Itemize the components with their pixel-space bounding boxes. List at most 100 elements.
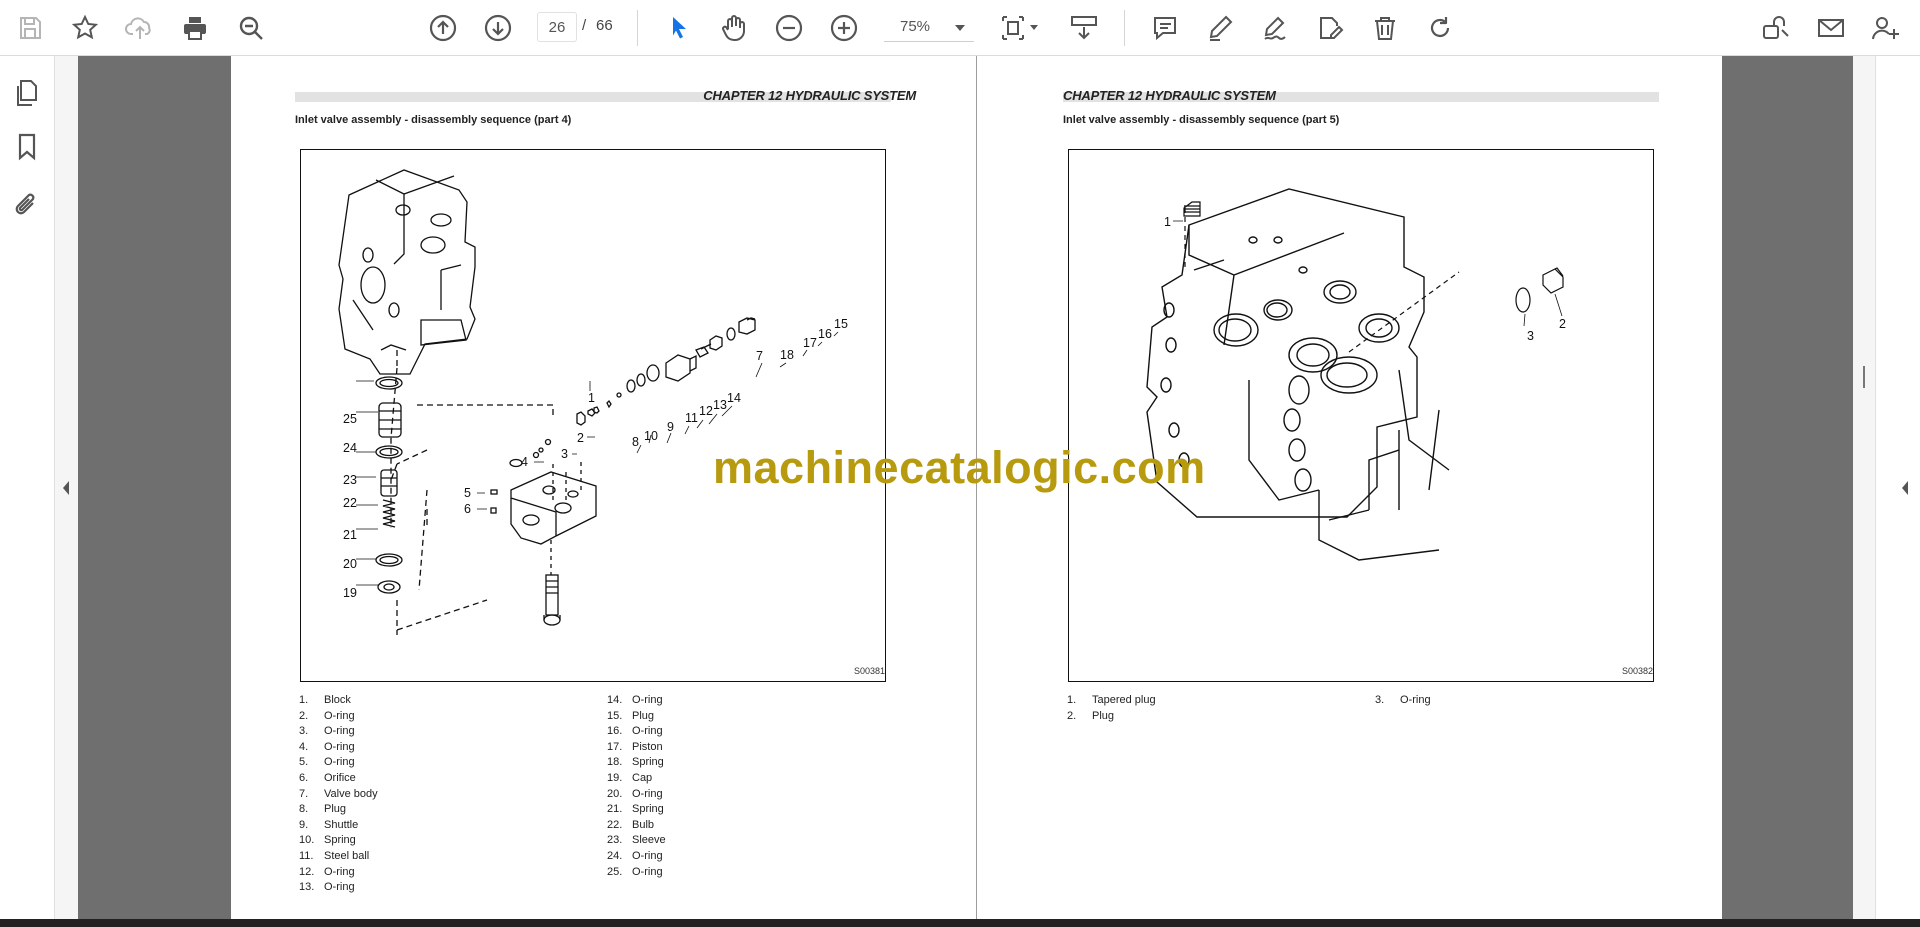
legend-item: 18. Spring: [607, 755, 666, 771]
callout-2: 2: [1559, 317, 1566, 331]
delete-icon[interactable]: [1367, 10, 1403, 46]
legend-label: Plug: [324, 803, 347, 816]
rotate-icon[interactable]: [1422, 10, 1458, 46]
legend-label: O-ring: [632, 865, 663, 878]
highlight-pen-icon[interactable]: [1202, 10, 1238, 46]
legend-number: 23.: [607, 834, 623, 847]
exploded-view-figure: 1 2 3 4 5 6 7 8 9 10 11 12 13 14 15 16 1…: [300, 149, 886, 682]
attachments-icon[interactable]: [12, 190, 42, 225]
chevron-left-icon[interactable]: [1900, 480, 1910, 496]
hand-tool-icon[interactable]: [716, 10, 752, 46]
callout-25: 25: [343, 412, 357, 426]
workspace-background: [78, 56, 231, 919]
callout-7: 7: [756, 349, 763, 363]
zoom-in-icon[interactable]: [826, 10, 862, 46]
right-rail: [1875, 56, 1920, 919]
bookmark-star-icon[interactable]: [67, 10, 103, 46]
parts-legend-col1: 1. Block 2. O-ring 3. O-ring 4. O-ring 5. O-ring 6…: [299, 693, 378, 896]
legend-label: Plug: [632, 709, 655, 722]
page-number-input[interactable]: 26: [537, 12, 577, 42]
section-title: Inlet valve assembly - disassembly seque…: [1063, 114, 1340, 126]
legend-label: O-ring: [324, 756, 355, 769]
zoom-search-icon[interactable]: [233, 10, 269, 46]
callout-15: 15: [834, 317, 848, 331]
parts-legend-col2: 3. O-ring: [1375, 693, 1431, 709]
callout-6: 6: [464, 502, 471, 516]
scroll-mode-icon[interactable]: [1066, 10, 1102, 46]
legend-label: Sleeve: [632, 834, 666, 847]
legend-number: 19.: [607, 771, 623, 784]
legend-number: 21.: [607, 803, 623, 816]
chapter-title: CHAPTER 12 HYDRAULIC SYSTEM: [703, 88, 916, 103]
bookmarks-icon[interactable]: [12, 132, 42, 167]
section-title: Inlet valve assembly - disassembly seque…: [295, 114, 572, 126]
legend-label: O-ring: [632, 694, 663, 706]
zoom-out-icon[interactable]: [771, 10, 807, 46]
legend-item: 3. O-ring: [299, 724, 378, 740]
legend-item: 14. O-ring: [607, 693, 666, 709]
legend-number: 16.: [607, 725, 623, 738]
legend-label: Piston: [632, 740, 663, 753]
page-total: 66: [596, 17, 613, 34]
legend-item: 21. Spring: [607, 802, 666, 818]
legend-label: Spring: [632, 803, 664, 816]
email-icon[interactable]: [1813, 10, 1849, 46]
legend-label: O-ring: [632, 849, 663, 862]
legend-item: 24. O-ring: [607, 849, 666, 865]
part-chain-right: [576, 317, 756, 426]
legend-label: Spring: [324, 834, 356, 847]
legend-number: 9.: [299, 818, 309, 831]
taskbar-edge: [0, 919, 1920, 927]
legend-item: 11. Steel ball: [299, 849, 378, 865]
right-panel-toggle[interactable]: [1853, 56, 1875, 919]
left-panel-toggle[interactable]: [55, 56, 78, 919]
legend-item: 2. O-ring: [299, 709, 378, 725]
add-user-icon[interactable]: [1868, 10, 1904, 46]
share-link-icon[interactable]: [1758, 10, 1794, 46]
valve-figure: 1 2 3 S00382: [1068, 149, 1654, 682]
draw-signature-icon[interactable]: [1257, 10, 1293, 46]
pages-thumbnails-icon[interactable]: [12, 78, 42, 113]
o-ring-3: [1515, 287, 1531, 313]
chevron-down-icon: [954, 20, 966, 37]
block-body: [510, 460, 597, 545]
legend-label: O-ring: [1400, 694, 1431, 706]
edit-document-icon[interactable]: [1312, 10, 1348, 46]
legend-item: 22. Bulb: [607, 818, 666, 834]
legend-item: 4. O-ring: [299, 740, 378, 756]
legend-number: 25.: [607, 865, 623, 878]
legend-item: 3. O-ring: [1375, 693, 1431, 709]
select-cursor-icon[interactable]: [661, 10, 697, 46]
toolbar-divider: [637, 10, 638, 46]
legend-item: 7. Valve body: [299, 787, 378, 803]
callout-21: 21: [343, 528, 357, 542]
valve-drawing: 1 2 3 S00382: [1146, 188, 1653, 676]
fit-page-icon[interactable]: [996, 10, 1042, 46]
legend-number: 15.: [607, 709, 623, 722]
legend-item: 1. Block: [299, 693, 378, 709]
cloud-upload-icon[interactable]: [122, 10, 158, 46]
chapter-title: CHAPTER 12 HYDRAULIC SYSTEM: [1063, 88, 1276, 103]
callout-23: 23: [343, 473, 357, 487]
callout-1: 1: [588, 391, 595, 405]
legend-number: 12.: [299, 865, 315, 878]
print-icon[interactable]: [177, 10, 213, 46]
figure-code: S00382: [1622, 666, 1653, 676]
legend-number: 2.: [299, 709, 309, 722]
legend-item: 12. O-ring: [299, 865, 378, 881]
legend-label: O-ring: [632, 725, 663, 738]
zoom-select[interactable]: 75%: [884, 12, 974, 42]
legend-number: 8.: [299, 803, 309, 816]
save-icon[interactable]: [12, 10, 48, 46]
page-down-icon[interactable]: [480, 10, 516, 46]
legend-item: 1. Tapered plug: [1067, 693, 1156, 709]
legend-label: Shuttle: [324, 818, 359, 831]
exploded-view-drawing: 1 2 3 4 5 6 7 8 9 10 11 12 13 14 15 16 1…: [338, 169, 885, 676]
callout-11: 11: [685, 411, 698, 425]
page-up-icon[interactable]: [425, 10, 461, 46]
comment-icon[interactable]: [1147, 10, 1183, 46]
toolbar-divider: [1124, 10, 1125, 46]
callout-8: 8: [632, 435, 639, 449]
callout-12: 12: [699, 404, 713, 418]
scrollbar-thumb[interactable]: [1863, 366, 1865, 388]
